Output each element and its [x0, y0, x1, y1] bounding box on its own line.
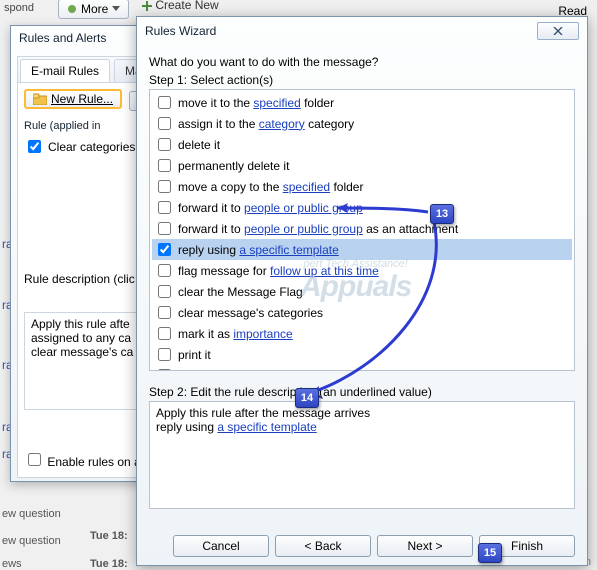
action-link[interactable]: people or public group — [244, 222, 363, 236]
create-new-group[interactable]: Create New — [142, 0, 219, 12]
close-button[interactable] — [537, 22, 579, 40]
action-row[interactable]: print it — [152, 344, 572, 365]
action-label: flag message for follow up at this time — [178, 264, 379, 278]
action-link[interactable]: specified — [283, 180, 330, 194]
action-link[interactable]: people or public group — [244, 201, 363, 215]
action-row[interactable]: clear message's categories — [152, 302, 572, 323]
action-label: mark it as importance — [178, 327, 293, 341]
enable-rules-checkbox[interactable] — [28, 453, 41, 466]
action-link[interactable]: importance — [233, 327, 292, 341]
desc-line-1: Apply this rule after the message arrive… — [156, 406, 568, 420]
chevron-down-icon — [112, 6, 120, 12]
rule-item-label: Clear categories — [48, 140, 135, 154]
action-checkbox[interactable] — [158, 138, 171, 151]
action-row[interactable]: permanently delete it — [152, 155, 572, 176]
bg-row-newquestion2: ew question — [2, 535, 61, 547]
action-checkbox[interactable] — [158, 264, 171, 277]
action-checkbox[interactable] — [158, 369, 171, 371]
specific-template-link[interactable]: a specific template — [217, 420, 316, 434]
new-rule-label: New Rule... — [51, 92, 113, 106]
action-checkbox[interactable] — [158, 180, 171, 193]
action-row[interactable]: move it to the specified folder — [152, 92, 572, 113]
rule-checkbox[interactable] — [28, 140, 41, 153]
action-row[interactable]: play a sound — [152, 365, 572, 371]
action-checkbox[interactable] — [158, 348, 171, 361]
new-rule-button[interactable]: New Rule... — [24, 89, 122, 109]
action-row[interactable]: assign it to the category category — [152, 113, 572, 134]
action-label: play a sound — [178, 369, 246, 372]
back-button[interactable]: < Back — [275, 535, 371, 557]
enable-rules-label: Enable rules on a — [47, 455, 140, 469]
bg-row-time: Tue 18: — [90, 530, 128, 542]
callout-badge-15: 15 — [478, 543, 502, 563]
action-checkbox[interactable] — [158, 117, 171, 130]
action-checkbox[interactable] — [158, 222, 171, 235]
action-checkbox[interactable] — [158, 201, 171, 214]
action-label: print it — [178, 348, 211, 362]
bg-row-newquestion: ew question — [2, 508, 61, 520]
more-dropdown[interactable]: More — [58, 0, 129, 19]
action-link[interactable]: a specific template — [239, 243, 338, 257]
desc-line-2-pre: reply using — [156, 420, 217, 434]
callout-badge-13: 13 — [430, 204, 454, 224]
action-label: delete it — [178, 138, 220, 152]
folder-icon — [33, 93, 47, 105]
wizard-title-text: Rules Wizard — [145, 24, 216, 38]
actions-listbox[interactable]: move it to the specified folder assign it… — [149, 89, 575, 371]
action-label: reply using a specific template — [178, 243, 339, 257]
action-label: clear the Message Flag — [178, 285, 303, 299]
action-row[interactable]: mark it as importance — [152, 323, 572, 344]
callout-badge-14: 14 — [295, 388, 319, 408]
step2-label: Step 2: Edit the rule description (an un… — [149, 385, 575, 399]
action-row[interactable]: move a copy to the specified folder — [152, 176, 572, 197]
circle-icon — [67, 4, 77, 14]
action-link[interactable]: category — [259, 117, 305, 131]
action-row[interactable]: reply using a specific template — [152, 239, 572, 260]
action-link[interactable]: a sound — [203, 369, 246, 372]
action-label: forward it to people or public group — [178, 201, 363, 215]
action-label: permanently delete it — [178, 159, 289, 173]
action-label: forward it to people or public group as … — [178, 222, 458, 236]
desc-line-2: reply using a specific template — [156, 420, 568, 434]
enable-rules-checkbox-row[interactable]: Enable rules on a — [24, 450, 141, 469]
bg-row-time2: Tue 18: — [90, 558, 128, 570]
wizard-titlebar: Rules Wizard — [137, 17, 587, 45]
action-checkbox[interactable] — [158, 327, 171, 340]
action-checkbox[interactable] — [158, 159, 171, 172]
close-icon — [553, 27, 563, 35]
action-label: assign it to the category category — [178, 117, 354, 131]
bg-respond-label: spond — [0, 0, 38, 16]
tab-email-rules[interactable]: E-mail Rules — [20, 59, 110, 82]
action-row[interactable]: clear the Message Flag — [152, 281, 572, 302]
next-button[interactable]: Next > — [377, 535, 473, 557]
action-row[interactable]: flag message for follow up at this time — [152, 260, 572, 281]
rule-description-editor[interactable]: Apply this rule after the message arrive… — [149, 401, 575, 509]
action-label: move a copy to the specified folder — [178, 180, 363, 194]
wizard-button-row: Cancel < Back Next > Finish — [173, 535, 575, 557]
action-label: move it to the specified folder — [178, 96, 334, 110]
action-link[interactable]: specified — [253, 96, 300, 110]
create-new-label: Create New — [155, 0, 218, 12]
bg-row-ews: ews — [2, 558, 22, 570]
action-checkbox[interactable] — [158, 285, 171, 298]
action-row[interactable]: forward it to people or public group — [152, 197, 572, 218]
step1-label: Step 1: Select action(s) — [149, 73, 575, 87]
more-label: More — [81, 2, 108, 16]
cancel-button[interactable]: Cancel — [173, 535, 269, 557]
action-row[interactable]: forward it to people or public group as … — [152, 218, 572, 239]
action-row[interactable]: delete it — [152, 134, 572, 155]
action-checkbox[interactable] — [158, 243, 171, 256]
action-checkbox[interactable] — [158, 306, 171, 319]
action-link[interactable]: follow up at this time — [270, 264, 379, 278]
action-label: clear message's categories — [178, 306, 323, 320]
action-checkbox[interactable] — [158, 96, 171, 109]
plus-icon — [142, 1, 152, 11]
rules-wizard-dialog: Rules Wizard What do you want to do with… — [136, 16, 588, 566]
step2-label-post: an underlined value) — [323, 385, 432, 399]
wizard-question: What do you want to do with the message? — [149, 55, 575, 69]
